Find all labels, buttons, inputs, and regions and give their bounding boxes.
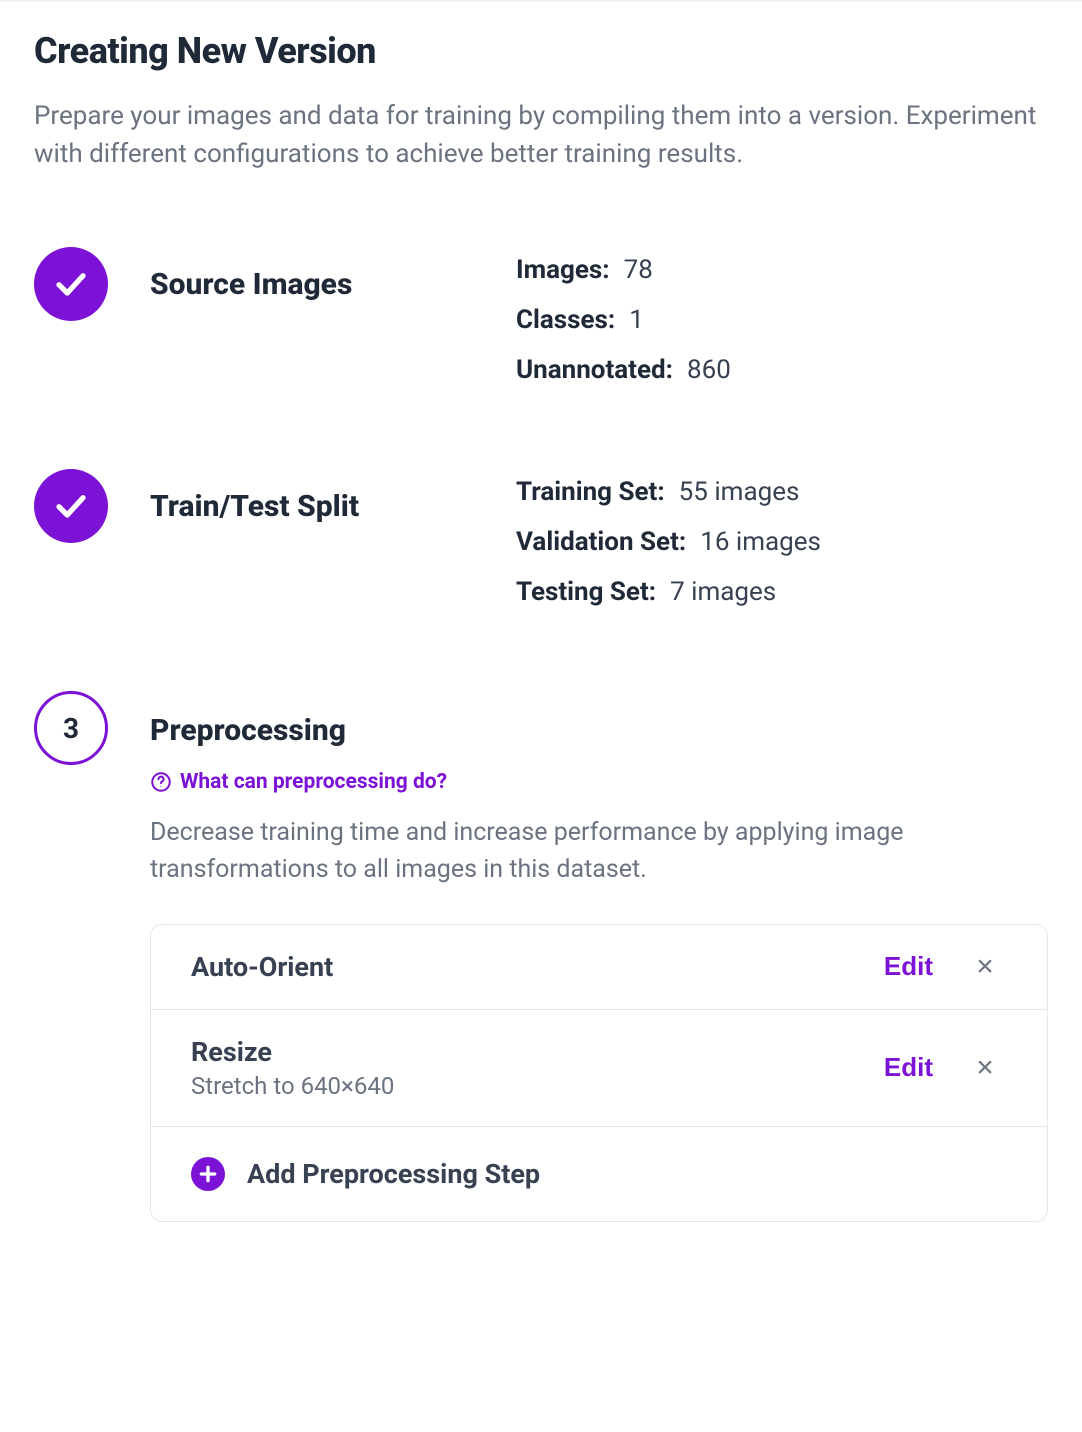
validation-set-label: Validation Set: [516, 527, 686, 557]
plus-circle-icon [191, 1157, 225, 1191]
classes-label: Classes: [516, 305, 615, 335]
step-title: Preprocessing [150, 713, 1048, 748]
page-description: Prepare your images and data for trainin… [34, 98, 1048, 173]
step-title: Source Images [150, 267, 486, 302]
training-set-label: Training Set: [516, 477, 665, 507]
images-label: Images: [516, 255, 610, 285]
item-title: Resize [191, 1036, 854, 1068]
step-train-test-split: Train/Test Split Training Set: 55 images… [34, 475, 1048, 627]
images-value: 78 [624, 255, 653, 285]
add-preprocessing-step-button[interactable]: Add Preprocessing Step [151, 1127, 1047, 1221]
step-title: Train/Test Split [150, 489, 486, 524]
preprocessing-steps-list: Auto-Orient Edit × Resize Stretch to 640… [150, 924, 1048, 1222]
step-number: 3 [63, 712, 79, 745]
remove-button[interactable]: × [963, 1053, 1007, 1083]
question-circle-icon [150, 771, 172, 793]
training-set-value: 55 images [679, 477, 800, 507]
preprocessing-description: Decrease training time and increase perf… [150, 815, 1048, 888]
step-preprocessing: 3 Preprocessing What can preprocessing d… [34, 697, 1048, 1222]
item-subtitle: Stretch to 640×640 [191, 1072, 854, 1100]
edit-button[interactable]: Edit [874, 1052, 943, 1083]
add-step-label: Add Preprocessing Step [247, 1158, 540, 1190]
edit-button[interactable]: Edit [874, 951, 943, 982]
remove-button[interactable]: × [963, 952, 1007, 982]
preprocessing-item-auto-orient: Auto-Orient Edit × [151, 925, 1047, 1010]
close-icon: × [976, 1051, 994, 1084]
unannotated-value: 860 [687, 355, 731, 385]
check-icon [34, 247, 108, 321]
classes-value: 1 [629, 305, 644, 335]
close-icon: × [976, 950, 994, 983]
testing-set-value: 7 images [670, 577, 776, 607]
step-number-badge: 3 [34, 691, 108, 765]
preprocessing-item-resize: Resize Stretch to 640×640 Edit × [151, 1010, 1047, 1127]
validation-set-value: 16 images [700, 527, 821, 557]
preprocessing-help-link[interactable]: What can preprocessing do? [150, 770, 447, 794]
check-icon [34, 469, 108, 543]
item-title: Auto-Orient [191, 951, 854, 983]
page-title: Creating New Version [34, 30, 1048, 72]
testing-set-label: Testing Set: [516, 577, 656, 607]
help-link-text: What can preprocessing do? [180, 770, 447, 794]
unannotated-label: Unannotated: [516, 355, 673, 385]
step-source-images: Source Images Images: 78 Classes: 1 Unan… [34, 253, 1048, 405]
